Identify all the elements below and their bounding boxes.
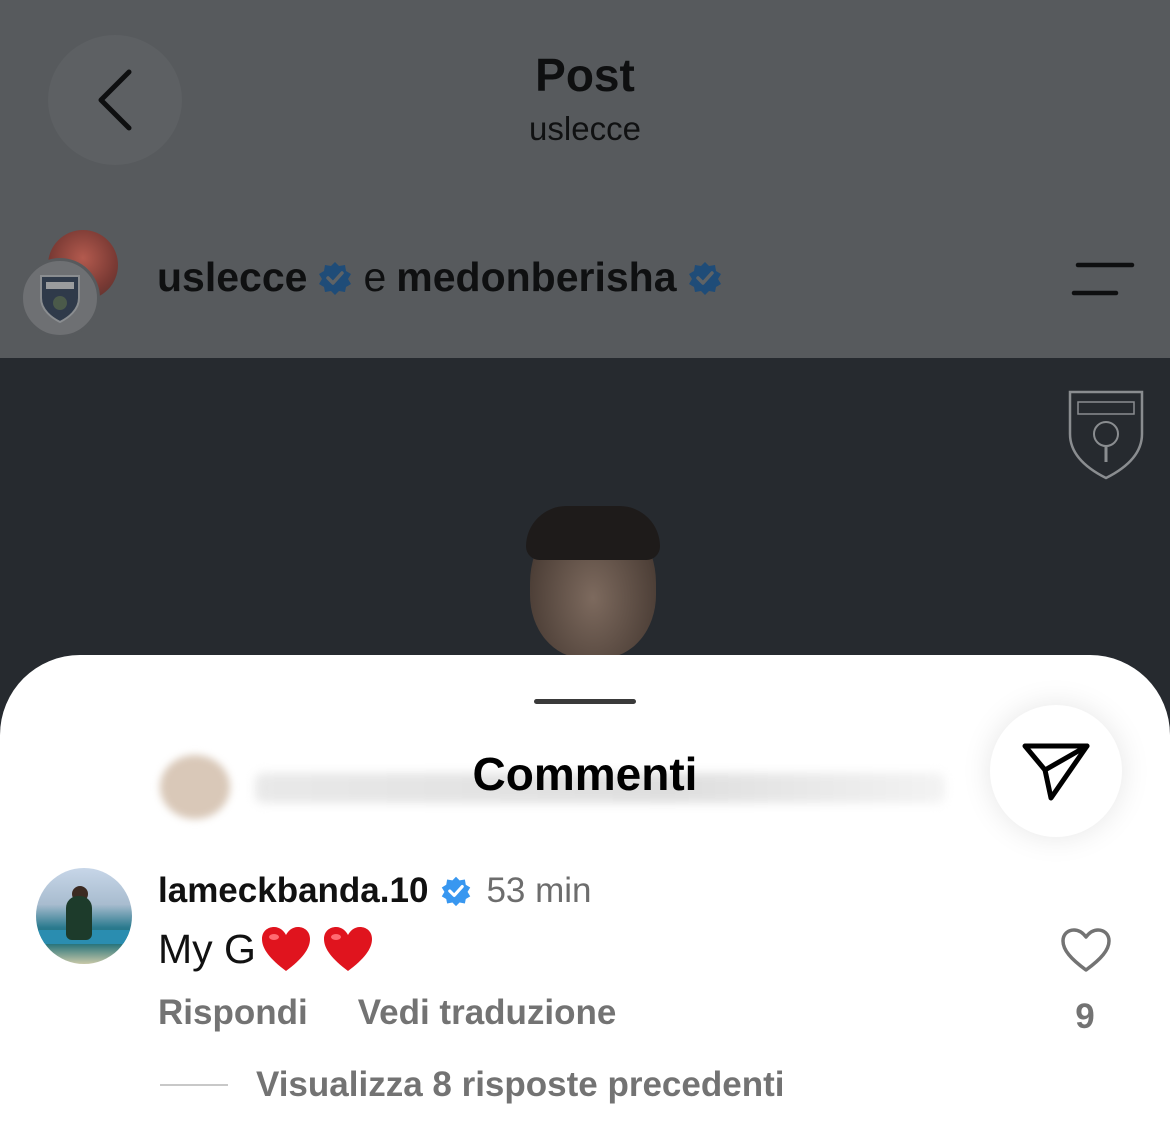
menu-icon[interactable] [1070, 260, 1136, 300]
author-avatars[interactable] [20, 230, 120, 338]
commenter-avatar[interactable] [36, 868, 132, 964]
lecce-watermark-icon [1068, 390, 1144, 480]
comment-text: My G [158, 925, 256, 972]
paper-plane-icon [1022, 743, 1090, 801]
comment-actions: Rispondi Vedi traduzione [158, 993, 616, 1033]
replies-divider [160, 1084, 228, 1086]
author-username-uslecce[interactable]: uslecce [157, 254, 307, 301]
verified-badge-icon [319, 261, 352, 295]
verified-badge-icon [442, 876, 471, 907]
author-conjunction: e [363, 254, 387, 300]
page-subtitle: uslecce [529, 110, 641, 147]
player-hair [526, 506, 660, 560]
comment-body: My G [158, 925, 374, 973]
page-title: Post [535, 49, 635, 101]
sheet-drag-handle[interactable] [534, 699, 636, 704]
view-replies-label: Visualizza 8 risposte precedenti [256, 1065, 785, 1104]
comment-timestamp: 53 min [486, 871, 592, 910]
comment-username[interactable]: lameckbanda.10 [158, 871, 428, 911]
translate-button[interactable]: Vedi traduzione [358, 993, 617, 1033]
red-heart-emoji [323, 927, 372, 971]
reply-button[interactable]: Rispondi [158, 993, 308, 1033]
lecce-crest-icon [40, 275, 80, 324]
share-button[interactable] [990, 705, 1122, 837]
author-username-medonberisha[interactable]: medonberisha [396, 254, 676, 301]
comment-header: lameckbanda.10 53 min [158, 871, 592, 911]
heart-icon[interactable] [1059, 926, 1113, 974]
comment-emoji [260, 925, 374, 973]
post-header: Post uslecce uslecce e medonberisha [0, 0, 1170, 358]
avatar-uslecce [20, 258, 100, 338]
like-count: 9 [1075, 997, 1095, 1036]
verified-badge-icon [688, 261, 721, 295]
post-authors: uslecce e medonberisha [157, 254, 723, 301]
view-replies-button[interactable]: Visualizza 8 risposte precedenti [160, 1065, 784, 1105]
red-heart-emoji [261, 927, 310, 971]
avatar-player-body [66, 896, 92, 940]
